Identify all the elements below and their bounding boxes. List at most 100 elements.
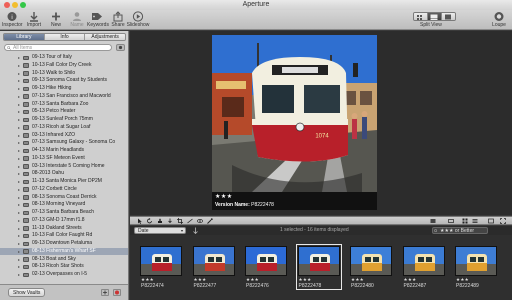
redeye-icon[interactable]	[197, 218, 203, 224]
zoom-window-button[interactable]	[20, 2, 26, 8]
project-item[interactable]: ▸ 03-13 Interstate 5 Coming Home	[0, 163, 128, 171]
project-item[interactable]: ▸ 08-2013 Oahu	[0, 170, 128, 178]
new-button[interactable]: New	[46, 11, 66, 28]
slideshow-button[interactable]: Slideshow	[126, 11, 150, 28]
disclosure-triangle-icon[interactable]: ▸	[18, 234, 20, 238]
rotate-left-icon[interactable]	[147, 218, 153, 224]
disclosure-triangle-icon[interactable]: ▸	[18, 110, 20, 114]
disclosure-triangle-icon[interactable]: ▸	[18, 211, 20, 215]
keywords-button[interactable]: Keywords	[87, 11, 109, 28]
minimize-window-button[interactable]	[12, 2, 18, 8]
zoom-slider-icon[interactable]	[488, 218, 494, 224]
project-item[interactable]: ▸ 07-13 Samsung Galaxy - Sonoma Co	[0, 139, 128, 147]
crop-icon[interactable]	[177, 218, 183, 224]
straighten-icon[interactable]	[187, 218, 193, 224]
project-item[interactable]: ▸ 05-13 Petco Heater	[0, 108, 128, 116]
project-item[interactable]: ▸ 10-13 Walk to Shilo	[0, 70, 128, 78]
grid-view-icon[interactable]	[462, 218, 468, 224]
project-item[interactable]: ▸ 07-13 Ricoh at Sugar Loaf	[0, 124, 128, 132]
filmstrip-thumbnail[interactable]: ★★★ P8222487	[402, 246, 445, 289]
vault-status-button[interactable]	[113, 289, 121, 296]
disclosure-triangle-icon[interactable]: ▸	[18, 102, 20, 107]
disclosure-triangle-icon[interactable]: ▸	[18, 257, 20, 262]
sort-direction-icon[interactable]	[192, 227, 199, 234]
disclosure-triangle-icon[interactable]: ▸	[18, 133, 20, 138]
show-vaults-button[interactable]: Show Vaults	[8, 288, 46, 297]
stamp-icon[interactable]	[157, 218, 163, 224]
lift-icon[interactable]	[167, 218, 173, 224]
project-item[interactable]: ▸ 10-13 Fall Color Faught Rd	[0, 232, 128, 240]
filmstrip-thumbnail[interactable]: ★★★ P8222480	[350, 246, 392, 289]
split-view-button[interactable]	[428, 13, 442, 20]
project-item[interactable]: ▸ 09-13 Sonoma Coast by Students	[0, 77, 128, 85]
project-item[interactable]: ▸ 08-13 Sonoma Coast Derrick	[0, 194, 128, 202]
library-action-button[interactable]	[116, 44, 125, 51]
disclosure-triangle-icon[interactable]: ▸	[18, 79, 20, 83]
keyword-hud-icon[interactable]	[430, 218, 436, 224]
project-item[interactable]: ▸ 07-13 GM-D 17mm f1.8	[0, 217, 128, 225]
list-view-icon[interactable]	[472, 218, 478, 224]
library-search-input[interactable]: All Items	[4, 44, 112, 51]
retouch-icon[interactable]	[207, 218, 213, 224]
project-item[interactable]: ▸ 10-13 Fall Color Dry Creek	[0, 62, 128, 70]
name-button[interactable]: Name	[67, 11, 87, 28]
disclosure-triangle-icon[interactable]: ▸	[18, 94, 20, 99]
disclosure-triangle-icon[interactable]: ▸	[18, 149, 20, 153]
select-arrow-icon[interactable]	[137, 218, 143, 224]
disclosure-triangle-icon[interactable]: ▸	[18, 71, 20, 76]
disclosure-triangle-icon[interactable]: ▸	[18, 249, 20, 254]
inspector-button[interactable]: i Inspector	[2, 11, 23, 28]
share-button[interactable]: Share	[108, 11, 128, 28]
disclosure-triangle-icon[interactable]: ▸	[18, 180, 20, 184]
disclosure-triangle-icon[interactable]: ▸	[18, 125, 20, 130]
project-item[interactable]: ▸ 07-12 Corbett Circle	[0, 186, 128, 194]
close-window-button[interactable]	[4, 2, 10, 8]
filmstrip-thumbnail[interactable]: ★★★ P8222474	[140, 246, 182, 289]
project-item[interactable]: ▸ 08-13 Ricoh Star Shots	[0, 263, 128, 271]
photo-rating[interactable]: ★★★	[215, 193, 233, 200]
project-item[interactable]: ▸ 09-13 Downtown Petaluma	[0, 240, 128, 248]
main-photo[interactable]: 1074	[212, 35, 377, 192]
project-item[interactable]: ▸ 08-13 Boat and Sky	[0, 256, 128, 264]
viewer-view-button[interactable]	[442, 13, 455, 20]
disclosure-triangle-icon[interactable]: ▸	[18, 265, 20, 269]
project-item[interactable]: ▸ 09-13 Hike Hiking	[0, 85, 128, 93]
filmstrip-icon[interactable]	[448, 218, 454, 224]
disclosure-triangle-icon[interactable]: ▸	[18, 218, 20, 223]
project-item[interactable]: ▸ 10-13 SF Meteon Event	[0, 155, 128, 163]
project-item[interactable]: ▸ 03-13 Infrared XZO	[0, 132, 128, 140]
disclosure-triangle-icon[interactable]: ▸	[18, 87, 20, 91]
loupe-button[interactable]: Loupe	[488, 11, 510, 28]
project-item[interactable]: ▸ 09-13 Sunleaf Porch 75mm	[0, 116, 128, 124]
sort-select[interactable]: Date ▾	[134, 227, 186, 234]
disclosure-triangle-icon[interactable]: ▸	[18, 187, 20, 192]
filmstrip-thumbnail[interactable]: ★★★ P8222489	[455, 246, 497, 289]
browser-view-button[interactable]	[414, 13, 428, 20]
disclosure-triangle-icon[interactable]: ▸	[18, 141, 20, 145]
disclosure-triangle-icon[interactable]: ▸	[18, 164, 20, 169]
rating-filter[interactable]: ★★★ or Better	[432, 227, 488, 234]
disclosure-triangle-icon[interactable]: ▸	[18, 172, 20, 176]
project-item[interactable]: ▸ 11-13 Santa Monica Pier DP2M	[0, 178, 128, 186]
disclosure-triangle-icon[interactable]: ▸	[18, 242, 20, 246]
disclosure-triangle-icon[interactable]: ▸	[18, 156, 20, 161]
disclosure-triangle-icon[interactable]: ▸	[18, 226, 20, 231]
add-vault-button[interactable]	[101, 289, 109, 296]
project-item[interactable]: ▸ 04-13 Marin Headlands	[0, 147, 128, 155]
project-item[interactable]: ▸ 08-13 Fisherman's Wharf SF	[0, 247, 128, 256]
project-item[interactable]: ▸ 02-13 Overpasses on I-5	[0, 271, 128, 279]
fullscreen-icon[interactable]	[500, 218, 506, 224]
disclosure-triangle-icon[interactable]: ▸	[18, 195, 20, 200]
disclosure-triangle-icon[interactable]: ▸	[18, 63, 20, 68]
filmstrip-thumbnail[interactable]: ★★★ P8222477	[192, 246, 235, 289]
project-item[interactable]: ▸ 07-13 San Francisco and Macworld	[0, 93, 128, 101]
project-item[interactable]: ▸ 09-13 Tour of Italy	[0, 54, 128, 62]
project-item[interactable]: ▸ 07-13 Santa Barbara Zoo	[0, 101, 128, 109]
disclosure-triangle-icon[interactable]: ▸	[18, 203, 20, 207]
filmstrip-thumbnail[interactable]: ★★★ P8222478	[295, 244, 342, 290]
tab-adjustments[interactable]: Adjustments	[85, 34, 125, 40]
tab-library[interactable]: Library	[4, 34, 45, 40]
import-button[interactable]: Import	[24, 11, 44, 28]
disclosure-triangle-icon[interactable]: ▸	[18, 118, 20, 122]
tab-info[interactable]: Info	[44, 34, 86, 40]
